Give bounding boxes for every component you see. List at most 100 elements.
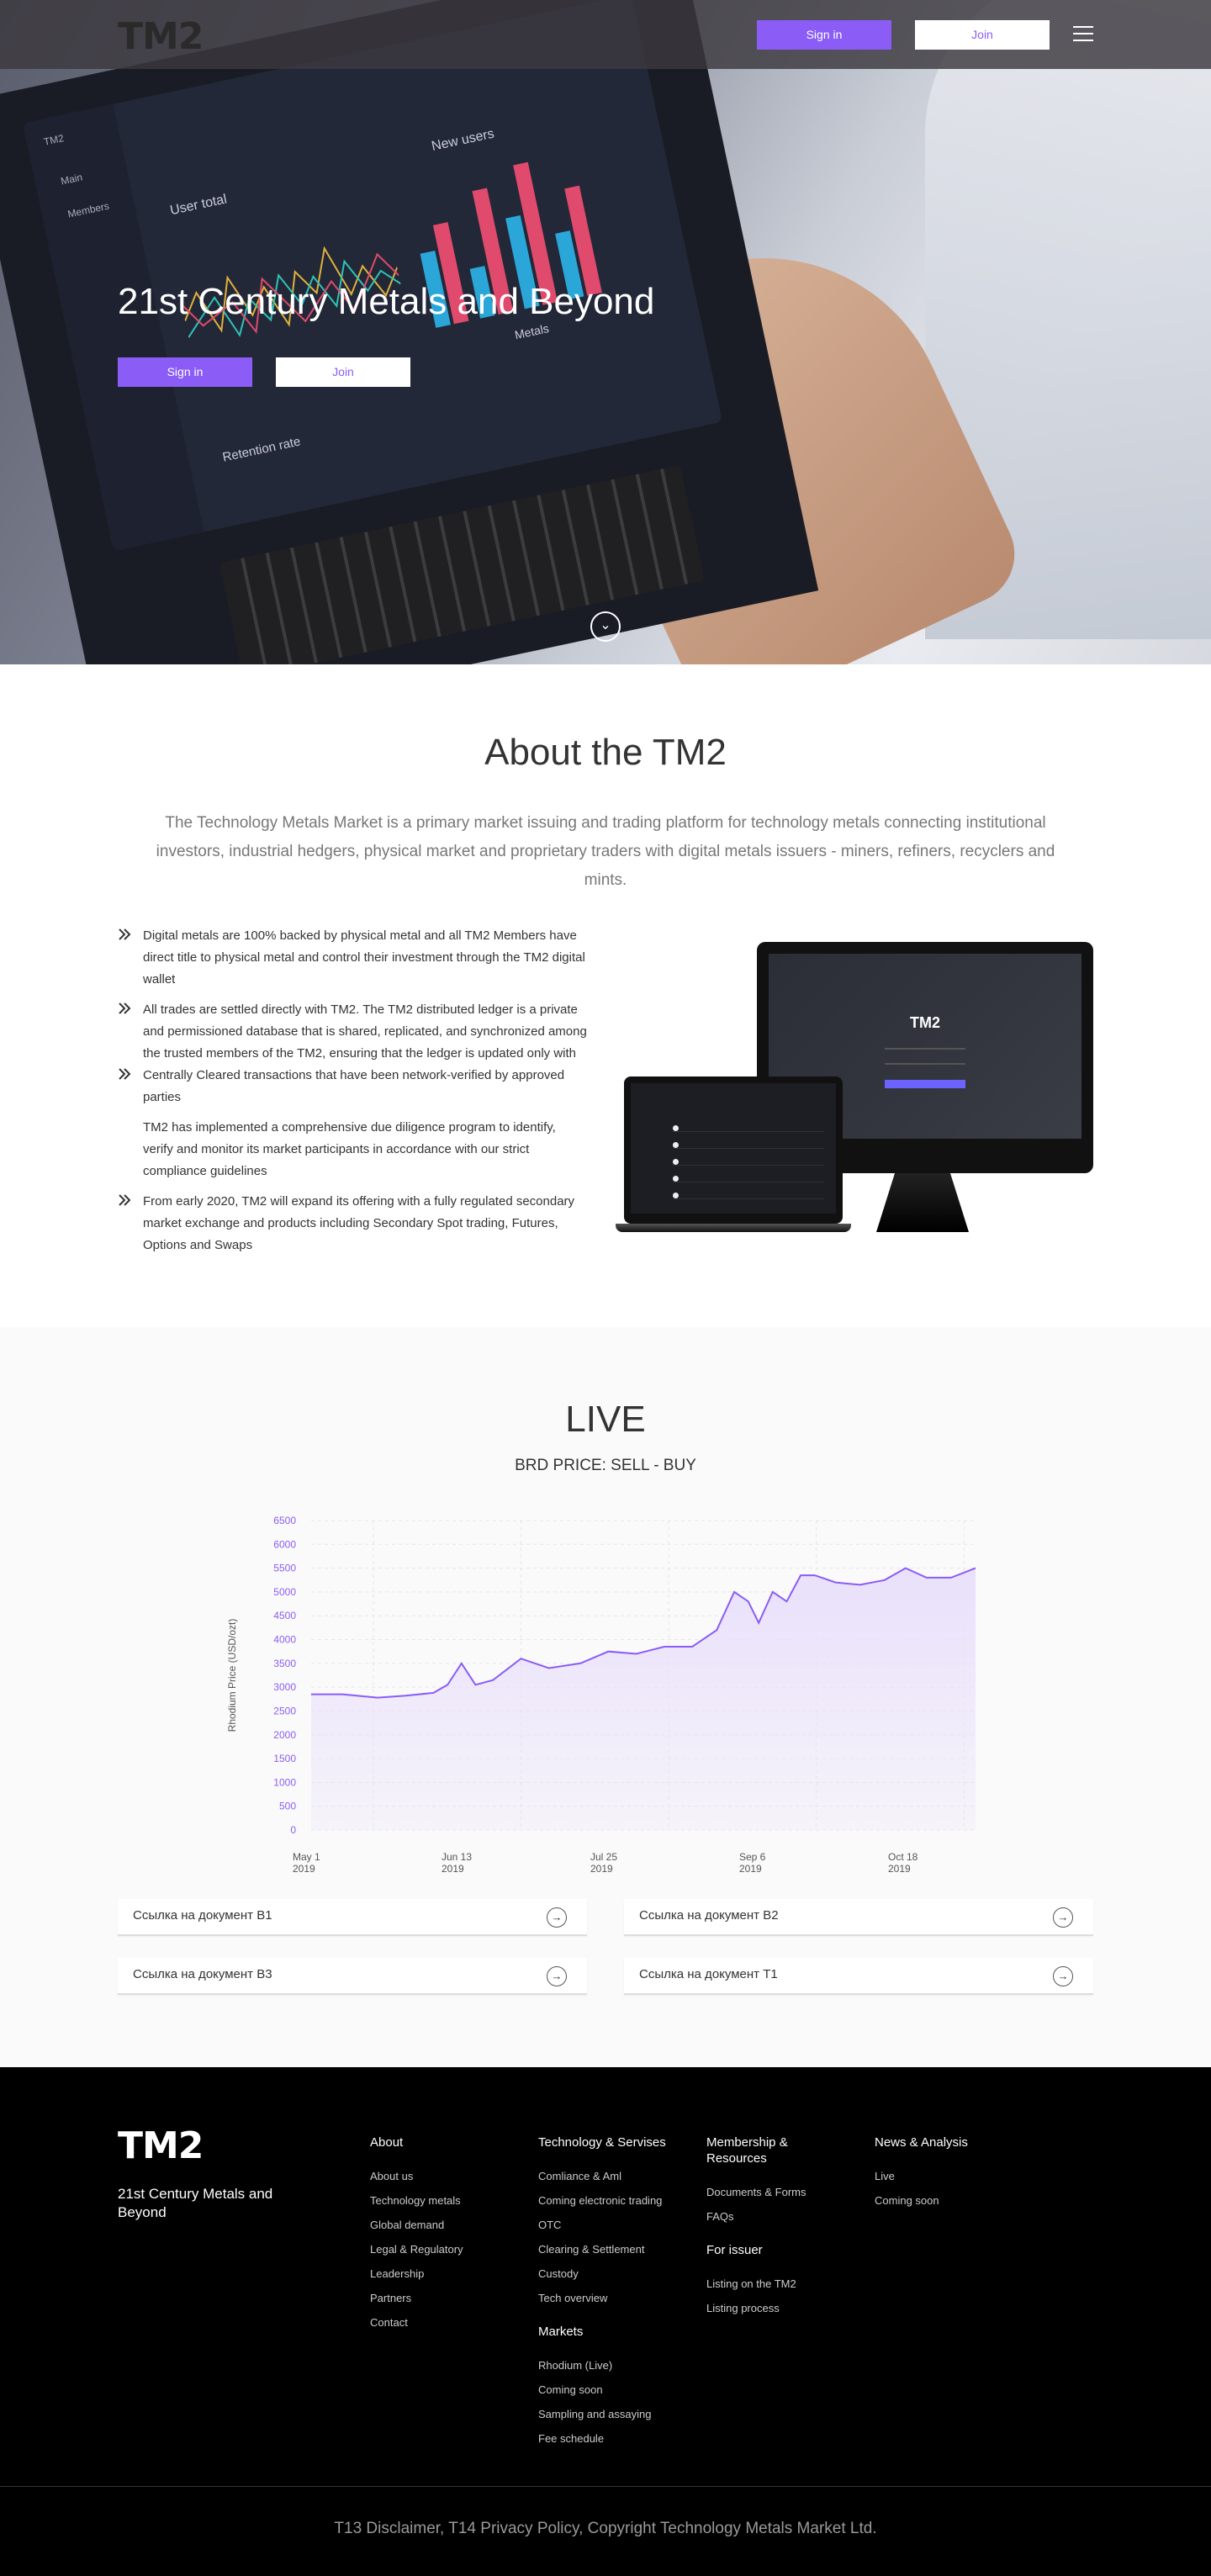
footer-link[interactable]: Fee schedule <box>538 2426 690 2451</box>
footer-link[interactable]: Live <box>875 2164 1026 2188</box>
y-tick-label: 4000 <box>273 1634 296 1646</box>
y-tick-label: 6000 <box>273 1538 296 1550</box>
footer-subsection-title: Markets <box>538 2325 584 2339</box>
hamburger-icon[interactable] <box>1073 26 1093 43</box>
x-tick-year: 2019 <box>442 1863 464 1875</box>
devices-image: TM2 <box>599 942 1103 1262</box>
x-tick-label: Oct 18 <box>888 1851 918 1863</box>
header-join-button[interactable]: Join <box>915 20 1050 50</box>
screen-user-total: User total <box>168 192 229 219</box>
footer-column-news: News & Analysis Live Coming soon <box>875 2134 1026 2213</box>
footer-link[interactable]: Documents & Forms <box>706 2180 833 2204</box>
y-tick-label: 1500 <box>273 1753 296 1764</box>
footer-column-membership: Membership & Resources Documents & Forms… <box>706 2134 833 2320</box>
footer-link[interactable]: Custody <box>538 2261 690 2286</box>
y-tick-label: 5500 <box>273 1563 296 1574</box>
arrow-right-circle-icon[interactable]: → <box>547 1966 567 1986</box>
arrow-right-circle-icon[interactable]: → <box>547 1907 567 1928</box>
x-tick-year: 2019 <box>739 1863 762 1875</box>
y-axis-label: Rhodium Price (USD/ozt) <box>226 1619 238 1732</box>
hero-join-button[interactable]: Join <box>276 357 410 387</box>
x-tick-year: 2019 <box>888 1863 911 1875</box>
footer-link[interactable]: Global demand <box>370 2213 521 2237</box>
y-tick-label: 6500 <box>273 1515 296 1526</box>
x-tick-year: 2019 <box>293 1863 315 1875</box>
doc-link-b3[interactable]: Ссылка на документ B3 → <box>118 1958 587 1995</box>
footer-column-title: News & Analysis <box>875 2135 968 2150</box>
y-tick-label: 2500 <box>273 1705 296 1716</box>
price-subtitle: BRD PRICE: SELL - BUY <box>515 1457 696 1474</box>
footer-copyright: T13 Disclaimer, T14 Privacy Policy, Copy… <box>334 2520 877 2537</box>
doc-link-b1[interactable]: Ссылка на документ B1 → <box>118 1899 587 1936</box>
feature-text: TM2 has implemented a comprehensive due … <box>143 1120 556 1178</box>
footer-link[interactable]: Comliance & Aml <box>538 2164 690 2188</box>
double-chevron-icon <box>119 1194 131 1206</box>
live-section: LIVE BRD PRICE: SELL - BUY 0 500 1000 1500 2… <box>0 1327 1211 2067</box>
monitor-stand <box>876 1173 969 1232</box>
double-chevron-icon <box>119 1002 131 1014</box>
top-navbar: TM2 Sign in Join <box>0 0 1211 69</box>
double-chevron-icon <box>119 1068 131 1080</box>
doc-link-b2[interactable]: Ссылка на документ B2 → <box>624 1899 1093 1936</box>
footer: TM2 21st Century Metals and Beyond About… <box>0 2067 1211 2576</box>
about-section: About the TM2 The Technology Metals Mark… <box>0 664 1211 1327</box>
y-tick-label: 500 <box>279 1801 296 1812</box>
y-tick-label: 0 <box>290 1824 296 1836</box>
screen-metals: Metals <box>513 321 551 342</box>
y-tick-label: 3000 <box>273 1681 296 1693</box>
feature-text: Digital metals are 100% backed by physic… <box>143 928 585 986</box>
footer-column-title: About <box>370 2135 404 2150</box>
footer-link[interactable]: Sampling and assaying <box>538 2402 690 2426</box>
site-logo[interactable]: TM2 <box>118 15 204 58</box>
double-chevron-icon <box>119 928 131 940</box>
doc-link-t1[interactable]: Ссылка на документ T1 → <box>624 1958 1093 1995</box>
footer-link[interactable]: OTC <box>538 2213 690 2237</box>
x-tick-label: May 1 <box>293 1851 320 1863</box>
footer-link[interactable]: Partners <box>370 2286 521 2310</box>
feature-item: TM2 has implemented a comprehensive due … <box>118 1117 589 1182</box>
footer-tagline: 21st Century Metals and Beyond <box>118 2186 273 2220</box>
y-tick-label: 2000 <box>273 1729 296 1741</box>
arrow-right-circle-icon[interactable]: → <box>1053 1966 1073 1986</box>
footer-link[interactable]: FAQs <box>706 2204 833 2229</box>
footer-link[interactable]: Legal & Regulatory <box>370 2237 521 2261</box>
footer-link[interactable]: Listing on the TM2 <box>706 2272 833 2296</box>
live-title: LIVE <box>565 1399 646 1440</box>
laptop-screen: TM2 Main Members User total New users Me… <box>23 0 722 552</box>
footer-column-title: Membership & Resources <box>706 2135 788 2166</box>
feature-item: From early 2020, TM2 will expand its off… <box>118 1191 589 1256</box>
footer-subsection-title: For issuer <box>706 2243 763 2257</box>
chevron-down-icon[interactable]: ⌄ <box>590 611 621 642</box>
arrow-right-circle-icon[interactable]: → <box>1053 1907 1073 1928</box>
footer-logo[interactable]: TM2 <box>118 2124 204 2167</box>
feature-text: From early 2020, TM2 will expand its off… <box>143 1194 575 1252</box>
y-tick-label: 3500 <box>273 1658 296 1669</box>
price-chart-svg: 0 500 1000 1500 2000 2500 3000 3500 4000 4500 5000… <box>226 1515 976 1875</box>
hero-laptop-image: TM2 Main Members User total New users Me… <box>0 0 819 664</box>
price-area <box>311 1568 976 1830</box>
footer-link[interactable]: Coming soon <box>875 2188 1026 2213</box>
screen-retention-rate: Retention rate <box>221 434 302 465</box>
feature-item: All trades are settled directly with TM2… <box>118 999 589 1108</box>
footer-link[interactable]: Tech overview <box>538 2286 690 2310</box>
footer-link[interactable]: Coming electronic trading <box>538 2188 690 2213</box>
hero-sign-in-button[interactable]: Sign in <box>118 357 252 387</box>
footer-link[interactable]: Listing process <box>706 2296 833 2320</box>
footer-column-title: Technology & Servises <box>538 2135 666 2150</box>
x-tick-label: Jun 13 <box>442 1851 472 1863</box>
footer-link[interactable]: Coming soon <box>538 2378 690 2402</box>
footer-link[interactable]: Technology metals <box>370 2188 521 2213</box>
screen-new-users: New users <box>430 126 496 154</box>
header-sign-in-button[interactable]: Sign in <box>757 20 891 50</box>
feature-item: Digital metals are 100% backed by physic… <box>118 925 589 991</box>
footer-link[interactable]: Rhodium (Live) <box>538 2353 690 2378</box>
footer-column-tech: Technology & Servises Comliance & Aml Co… <box>538 2134 690 2451</box>
footer-link[interactable]: Clearing & Settlement <box>538 2237 690 2261</box>
footer-link[interactable]: Leadership <box>370 2261 521 2286</box>
footer-link[interactable]: About us <box>370 2164 521 2188</box>
small-laptop <box>616 1076 851 1232</box>
footer-link[interactable]: Contact <box>370 2310 521 2335</box>
doc-link-label: Ссылка на документ B2 <box>639 1908 779 1923</box>
doc-link-label: Ссылка на документ B3 <box>133 1967 272 1981</box>
x-tick-label: Sep 6 <box>739 1851 766 1863</box>
